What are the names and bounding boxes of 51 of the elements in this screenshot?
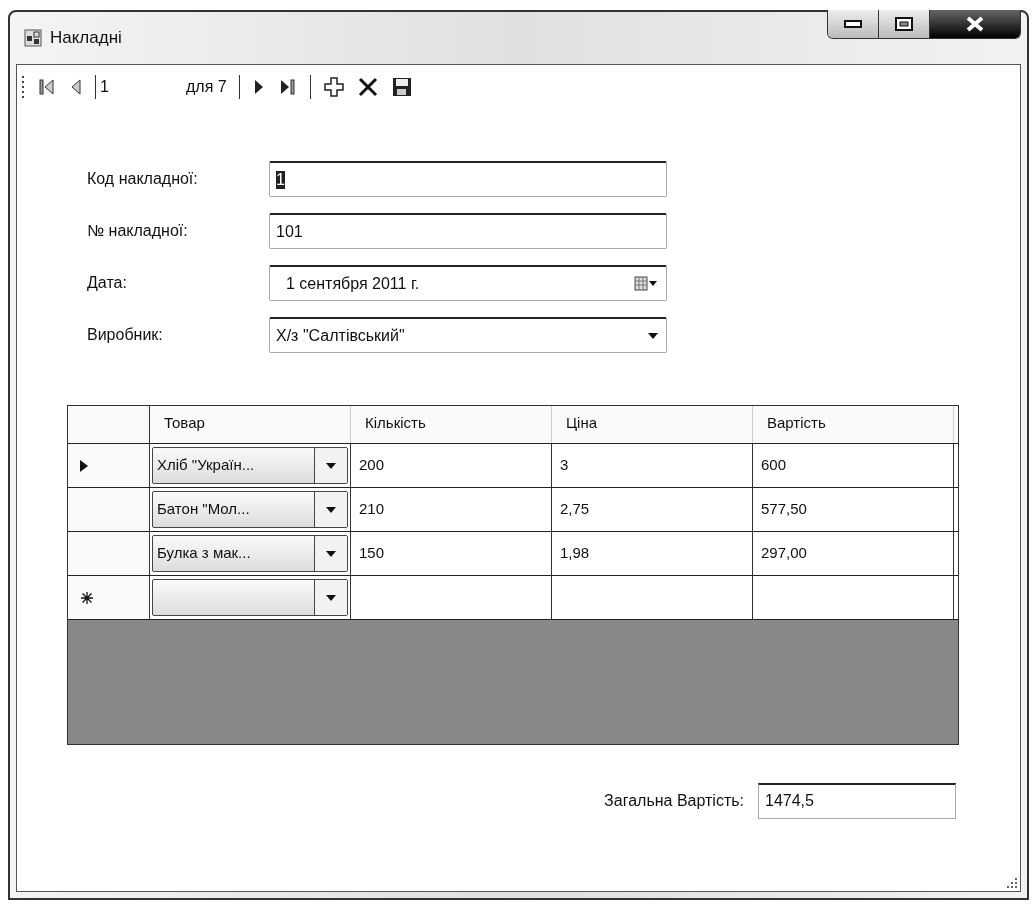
field-label: Виробник: [87, 326, 164, 344]
table-cell: 200 [351, 444, 552, 487]
save-icon[interactable] [390, 76, 413, 98]
previous-record-icon[interactable] [69, 77, 83, 97]
column-header[interactable]: Ціна [552, 406, 753, 443]
caret-icon [326, 506, 336, 513]
column-header[interactable]: Кількість [351, 406, 552, 443]
resize-grip-icon [1006, 877, 1018, 889]
field-label: Дата: [87, 274, 128, 292]
row-header[interactable] [68, 444, 150, 487]
caret-icon [648, 332, 658, 339]
maximize-button[interactable] [879, 10, 930, 38]
close-button[interactable] [930, 10, 1020, 38]
input-field[interactable]: 1 [269, 161, 667, 197]
table-cell: 150 [351, 532, 552, 575]
table-cell: 3 [552, 444, 753, 487]
window-title: Накладні [50, 28, 122, 48]
table-cell: 577,50 [753, 488, 954, 531]
first-record-icon[interactable] [37, 77, 57, 97]
table-cell: 210 [351, 488, 552, 531]
input-field[interactable]: 101 [269, 213, 667, 249]
delete-icon[interactable] [356, 76, 379, 98]
product-dropdown[interactable]: Хліб "Україн... [152, 447, 348, 484]
total-field[interactable]: 1474,5 [758, 783, 956, 819]
position-field[interactable]: 1 [100, 78, 170, 96]
product-dropdown[interactable] [152, 579, 348, 616]
form-icon [24, 29, 42, 47]
date-picker[interactable]: 1 сентября 2011 г. [269, 265, 667, 301]
grip-icon [21, 73, 25, 101]
table-cell: 2,75 [552, 488, 753, 531]
column-header[interactable]: Товар [150, 406, 351, 443]
product-dropdown[interactable]: Булка з мак... [152, 535, 348, 572]
row-header[interactable] [68, 576, 150, 619]
record-count: для 7 [186, 78, 227, 96]
field-label: Код накладної: [87, 170, 199, 188]
minimize-button[interactable] [828, 10, 879, 38]
add-icon[interactable] [322, 76, 345, 98]
table-cell: 297,00 [753, 532, 954, 575]
caret-icon [326, 462, 336, 469]
table-cell: 600 [753, 444, 954, 487]
table-cell: 1,98 [552, 532, 753, 575]
column-header[interactable]: Вартість [753, 406, 954, 443]
maximize-icon [894, 16, 914, 32]
total-label: Загальна Вартість: [604, 792, 744, 810]
product-dropdown[interactable]: Батон "Мол... [152, 491, 348, 528]
caret-icon [326, 550, 336, 557]
caret-icon [326, 594, 336, 601]
dropdown-field[interactable]: Х/з "Салтівський" [269, 317, 667, 353]
calendar-icon [634, 275, 658, 292]
minimize-icon [843, 19, 863, 29]
field-label: № накладної: [87, 222, 189, 240]
